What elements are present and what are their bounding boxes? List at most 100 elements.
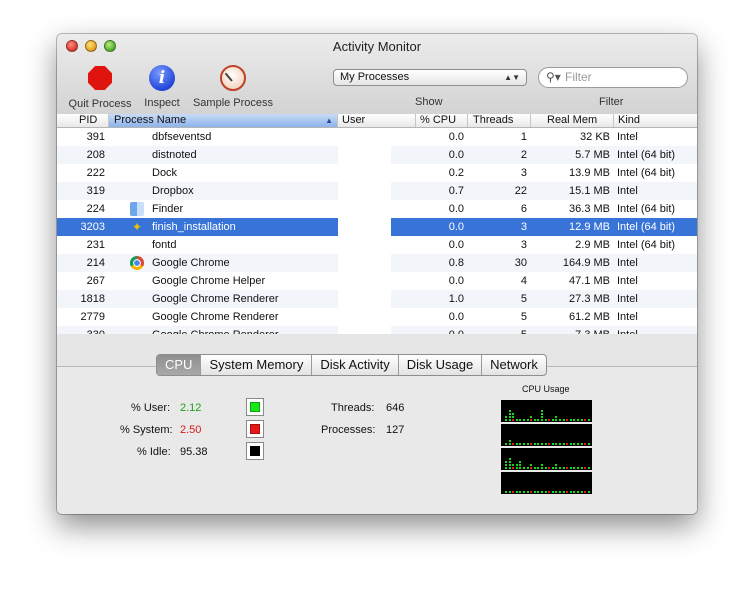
cpu-bar (537, 443, 540, 445)
tab-cpu[interactable]: CPU (157, 355, 202, 375)
kind-cell: Intel (617, 326, 638, 334)
cpu-bar (580, 491, 583, 493)
process-name-cell: Dropbox (152, 185, 194, 197)
system-color-well[interactable] (246, 420, 264, 438)
cpu-bar (541, 419, 543, 421)
cpu-cell: 0.0 (448, 131, 464, 143)
process-name-cell: distnoted (152, 149, 197, 161)
cpu-bar (555, 467, 558, 469)
process-name-cell: Finder (152, 203, 184, 215)
system-label: % System: (120, 424, 173, 436)
threads-cell: 3 (520, 239, 527, 251)
cpu-cell: 0.2 (448, 167, 464, 179)
kind-cell: Intel (64 bit) (617, 149, 676, 161)
show-processes-select[interactable]: My Processes ▲▼ (333, 69, 527, 86)
cpu-bar (551, 467, 554, 469)
pid-cell: 2779 (80, 311, 105, 323)
tab-disk-usage[interactable]: Disk Usage (399, 355, 483, 375)
cpu-bar (580, 467, 583, 469)
cpu-bar (559, 419, 561, 421)
cpu-bar (555, 464, 558, 466)
cpu-bar (559, 443, 561, 445)
tab-system-memory[interactable]: System Memory (201, 355, 313, 375)
cpu-bar (505, 464, 507, 466)
cpu-bar (505, 491, 507, 493)
pid-cell: 231 (86, 239, 105, 251)
tab-network[interactable]: Network (482, 355, 546, 375)
real-mem-cell: 36.3 MB (569, 203, 610, 215)
process-name-cell: Google Chrome (152, 257, 230, 269)
process-name-cell: Google Chrome Helper (152, 275, 266, 287)
user-color-well[interactable] (246, 398, 264, 416)
filter-search-field[interactable]: ⚲▾ Filter (538, 67, 688, 88)
cpu-bar (505, 461, 507, 463)
column-user[interactable]: User (338, 114, 416, 127)
cpu-bar (530, 467, 533, 469)
column-real-mem[interactable]: Real Mem (531, 114, 614, 127)
sample-process-button[interactable]: Sample Process (191, 64, 275, 109)
cpu-bar (573, 491, 576, 493)
quit-process-label: Quit Process (68, 98, 132, 110)
cpu-bar (508, 491, 511, 493)
column-process-name[interactable]: Process Name ▲ (109, 114, 338, 127)
cpu-cell: 0.0 (448, 203, 464, 215)
cpu-bar (577, 419, 579, 421)
inspect-button[interactable]: i Inspect (140, 64, 184, 109)
cpu-core-graph (501, 472, 592, 494)
cpu-bar (505, 416, 507, 418)
cpu-bar (537, 467, 540, 469)
cpu-core-graph (501, 400, 592, 422)
tab-disk-activity[interactable]: Disk Activity (312, 355, 399, 375)
cpu-bar (566, 491, 569, 493)
sample-magnifier-icon (220, 65, 246, 91)
cpu-bar (508, 410, 511, 412)
cpu-bar (505, 419, 507, 421)
cpu-bar (580, 419, 583, 421)
cpu-bar (541, 410, 543, 412)
user-label: % User: (131, 402, 171, 414)
cpu-bar (533, 491, 536, 493)
pid-cell: 3203 (80, 221, 105, 233)
threads-cell: 6 (520, 203, 527, 215)
quit-process-button[interactable]: Quit Process (65, 64, 135, 110)
column-pid[interactable]: PID (57, 114, 109, 127)
search-icon: ⚲▾ (546, 70, 561, 84)
column-threads[interactable]: Threads (468, 114, 531, 127)
cpu-bar (573, 467, 576, 469)
process-name-cell: Google Chrome Renderer (152, 311, 279, 323)
window-title: Activity Monitor (332, 39, 422, 54)
cpu-bar (508, 467, 511, 469)
cpu-bar (508, 413, 511, 415)
idle-color-well[interactable] (246, 442, 264, 460)
cpu-bar (541, 491, 543, 493)
pid-cell: 330 (57, 326, 105, 334)
process-name-cell: Dock (152, 167, 178, 179)
cpu-bar (508, 464, 511, 466)
real-mem-cell: 47.1 MB (569, 275, 610, 287)
cpu-bar (530, 416, 533, 418)
cpu-bar (530, 464, 533, 466)
cpu-bar (512, 416, 515, 418)
column-cpu[interactable]: % CPU (416, 114, 468, 127)
cpu-bar (512, 413, 515, 415)
idle-value: 95.38 (180, 446, 208, 458)
info-icon: i (149, 65, 175, 91)
cpu-bar (562, 491, 565, 493)
cpu-bar (584, 419, 587, 421)
threads-cell: 2 (520, 149, 527, 161)
cpu-bar (515, 419, 518, 421)
idle-label: % Idle: (137, 446, 171, 458)
cpu-bar (537, 419, 540, 421)
kind-cell: Intel (64 bit) (617, 239, 676, 251)
processes-label: Processes: (321, 424, 376, 436)
column-kind[interactable]: Kind (614, 114, 697, 127)
real-mem-cell: 12.9 MB (569, 221, 610, 233)
kind-cell: Intel (617, 131, 638, 143)
cpu-bar (515, 491, 518, 493)
cpu-bar (580, 443, 583, 445)
threads-cell: 4 (520, 275, 527, 287)
cpu-bar (512, 419, 515, 421)
chrome-icon (130, 256, 144, 270)
cpu-bar (508, 440, 511, 442)
cpu-bar (569, 419, 572, 421)
